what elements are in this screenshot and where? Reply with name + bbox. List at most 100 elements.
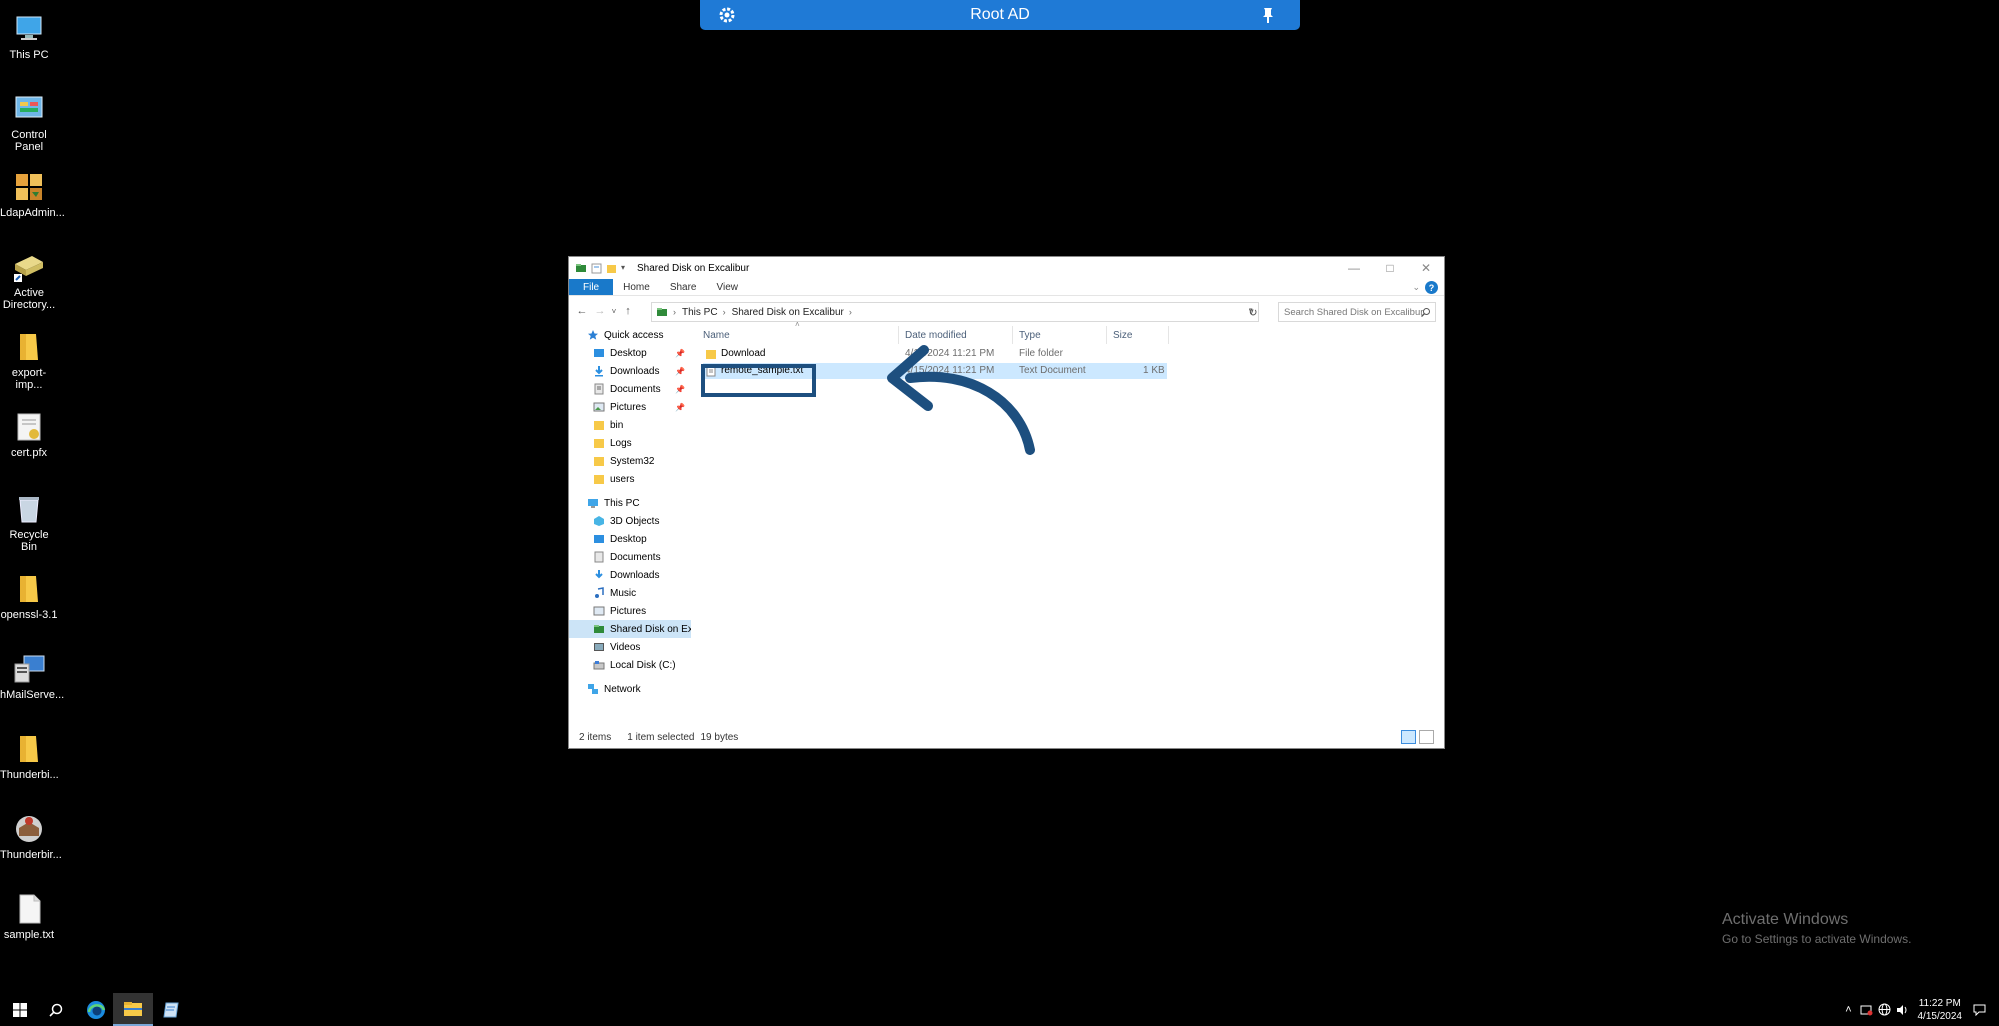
network-globe-icon[interactable] bbox=[1877, 1002, 1893, 1018]
properties-icon[interactable] bbox=[591, 263, 602, 274]
documents-icon bbox=[594, 551, 604, 563]
file-name: Download bbox=[721, 348, 766, 359]
forward-arrow-icon[interactable]: → bbox=[591, 302, 609, 320]
gear-icon[interactable] bbox=[718, 6, 736, 24]
recent-locations-chevron-icon[interactable]: ˅ bbox=[609, 302, 619, 320]
details-view-icon[interactable] bbox=[1401, 730, 1416, 744]
volume-icon[interactable] bbox=[1895, 1002, 1911, 1018]
nav-pc-3d-objects[interactable]: 3D Objects bbox=[569, 512, 691, 530]
network-drive-icon bbox=[594, 625, 604, 633]
tab-home[interactable]: Home bbox=[613, 279, 660, 295]
up-arrow-icon[interactable]: ↑ bbox=[619, 302, 637, 320]
nav-pc-music[interactable]: Music bbox=[569, 584, 691, 602]
pictures-icon bbox=[593, 606, 605, 616]
nav-label: Logs bbox=[610, 437, 632, 449]
minimize-button[interactable]: — bbox=[1336, 257, 1372, 279]
nav-quick-users[interactable]: users bbox=[569, 470, 691, 488]
tab-share[interactable]: Share bbox=[660, 279, 707, 295]
close-button[interactable]: ✕ bbox=[1408, 257, 1444, 279]
certificate-icon bbox=[17, 413, 41, 441]
rdp-client-taskbar-button[interactable] bbox=[152, 993, 192, 1026]
nav-quick-access[interactable]: Quick access bbox=[569, 326, 691, 344]
start-button[interactable] bbox=[0, 993, 40, 1026]
nav-quick-desktop[interactable]: Desktop 📌 bbox=[569, 344, 691, 362]
tab-file[interactable]: File bbox=[569, 279, 614, 295]
expand-ribbon-chevron-icon[interactable]: ⌄ bbox=[1412, 282, 1420, 293]
new-folder-icon[interactable] bbox=[606, 263, 617, 274]
download-arrow-icon bbox=[595, 366, 603, 377]
nav-pc-videos[interactable]: Videos bbox=[569, 638, 691, 656]
desktop-icon-sample-txt[interactable]: sample.txt bbox=[0, 888, 58, 941]
search-icon bbox=[49, 1003, 63, 1017]
watermark-title: Activate Windows bbox=[1722, 911, 1849, 928]
address-row: ← → ˅ ↑ › This PC › Shared Disk on Excal… bbox=[569, 296, 1444, 326]
desktop-icon-thunderbird-folder[interactable]: Thunderbi... bbox=[0, 728, 59, 781]
column-header-name[interactable]: Name bbox=[699, 326, 899, 344]
status-size: 19 bytes bbox=[700, 731, 739, 743]
search-input[interactable]: Search Shared Disk on Excalibur bbox=[1278, 302, 1436, 322]
nav-quick-documents[interactable]: Documents 📌 bbox=[569, 380, 691, 398]
security-alert-icon[interactable] bbox=[1859, 1002, 1875, 1018]
desktop-icon-hmailserver[interactable]: hMailServe... bbox=[0, 648, 64, 701]
folder-icon bbox=[594, 439, 604, 448]
large-icons-view-icon[interactable] bbox=[1419, 730, 1434, 744]
desktop-icon-label: openssl-3.1 bbox=[0, 609, 58, 621]
desktop-icon-openssl[interactable]: openssl-3.1 bbox=[0, 568, 58, 621]
nav-label: Desktop bbox=[610, 533, 647, 545]
nav-quick-logs[interactable]: Logs bbox=[569, 434, 691, 452]
nav-network[interactable]: Network bbox=[569, 680, 691, 698]
desktop-icon-this-pc[interactable]: This PC bbox=[0, 8, 58, 61]
nav-pc-desktop[interactable]: Desktop bbox=[569, 530, 691, 548]
show-hidden-icons-chevron-icon[interactable]: ˄ bbox=[1841, 1002, 1857, 1018]
nav-quick-pictures[interactable]: Pictures 📌 bbox=[569, 398, 691, 416]
breadcrumb-separator-icon: › bbox=[673, 307, 676, 317]
edge-taskbar-button[interactable] bbox=[76, 993, 116, 1026]
desktop-icon-ldapadmin[interactable]: LdapAdmin... bbox=[0, 166, 65, 219]
back-arrow-icon[interactable]: ← bbox=[573, 302, 591, 320]
taskbar-clock[interactable]: 11:22 PM 4/15/2024 bbox=[1918, 997, 1963, 1023]
breadcrumb-separator-icon: › bbox=[722, 307, 726, 317]
search-button[interactable] bbox=[36, 993, 76, 1026]
nav-pc-local-disk[interactable]: Local Disk (C:) bbox=[569, 656, 691, 674]
desktop-icon-recycle-bin[interactable]: Recycle Bin bbox=[0, 488, 58, 553]
window-controls: — □ ✕ bbox=[1336, 257, 1444, 279]
nav-label: Music bbox=[610, 587, 637, 599]
desktop-icon-active-directory[interactable]: Active Directory... bbox=[0, 246, 58, 311]
nav-quick-downloads[interactable]: Downloads 📌 bbox=[569, 362, 691, 380]
customize-toolbar-chevron-icon[interactable]: ▾ bbox=[621, 263, 629, 274]
desktop-icon-thunderbird[interactable]: Thunderbir... bbox=[0, 808, 62, 861]
nav-quick-bin[interactable]: bin bbox=[569, 416, 691, 434]
maximize-button[interactable]: □ bbox=[1372, 257, 1408, 279]
pin-icon[interactable] bbox=[1260, 6, 1276, 24]
nav-label: 3D Objects bbox=[610, 515, 660, 527]
text-file-icon bbox=[19, 894, 41, 924]
title-bar[interactable]: ▾ Shared Disk on Excalibur — □ ✕ bbox=[569, 257, 1444, 279]
refresh-icon[interactable]: ↻ bbox=[1243, 302, 1263, 322]
tab-view[interactable]: View bbox=[707, 279, 749, 295]
breadcrumb-this-pc[interactable]: This PC bbox=[682, 307, 718, 318]
desktop-icon-cert-pfx[interactable]: cert.pfx bbox=[0, 406, 58, 459]
nav-pc-documents[interactable]: Documents bbox=[569, 548, 691, 566]
desktop-icon-label: export-imp... bbox=[11, 367, 47, 391]
nav-quick-system32[interactable]: System32 bbox=[569, 452, 691, 470]
nav-pc-pictures[interactable]: Pictures bbox=[569, 602, 691, 620]
nav-pc-shared-disk[interactable]: Shared Disk on Excalibur bbox=[569, 620, 691, 638]
desktop-icon-control-panel[interactable]: Control Panel bbox=[0, 88, 58, 153]
file-explorer-taskbar-button[interactable] bbox=[113, 993, 153, 1026]
address-bar[interactable]: › This PC › Shared Disk on Excalibur › ˅ bbox=[651, 302, 1259, 322]
help-icon[interactable]: ? bbox=[1425, 281, 1438, 294]
desktop-icon-label: sample.txt bbox=[3, 929, 55, 941]
network-icon bbox=[588, 684, 598, 694]
desktop-icon-label: Recycle Bin bbox=[9, 529, 49, 553]
column-header-size[interactable]: Size bbox=[1109, 326, 1169, 344]
nav-this-pc[interactable]: This PC bbox=[569, 494, 691, 512]
notification-center-icon[interactable] bbox=[1971, 1002, 1987, 1018]
nav-label: Downloads bbox=[610, 569, 660, 581]
annotation-arrow bbox=[887, 345, 1035, 455]
desktop-icon-export-imp[interactable]: export-imp... bbox=[0, 326, 58, 391]
annotation-highlight-box bbox=[701, 364, 816, 397]
nav-pc-downloads[interactable]: Downloads bbox=[569, 566, 691, 584]
system-tray: ˄ 11:22 PM 4/15/2024 bbox=[1840, 993, 1999, 1026]
clock-time: 11:22 PM bbox=[1918, 997, 1961, 1009]
breadcrumb-shared-disk[interactable]: Shared Disk on Excalibur bbox=[732, 307, 844, 318]
